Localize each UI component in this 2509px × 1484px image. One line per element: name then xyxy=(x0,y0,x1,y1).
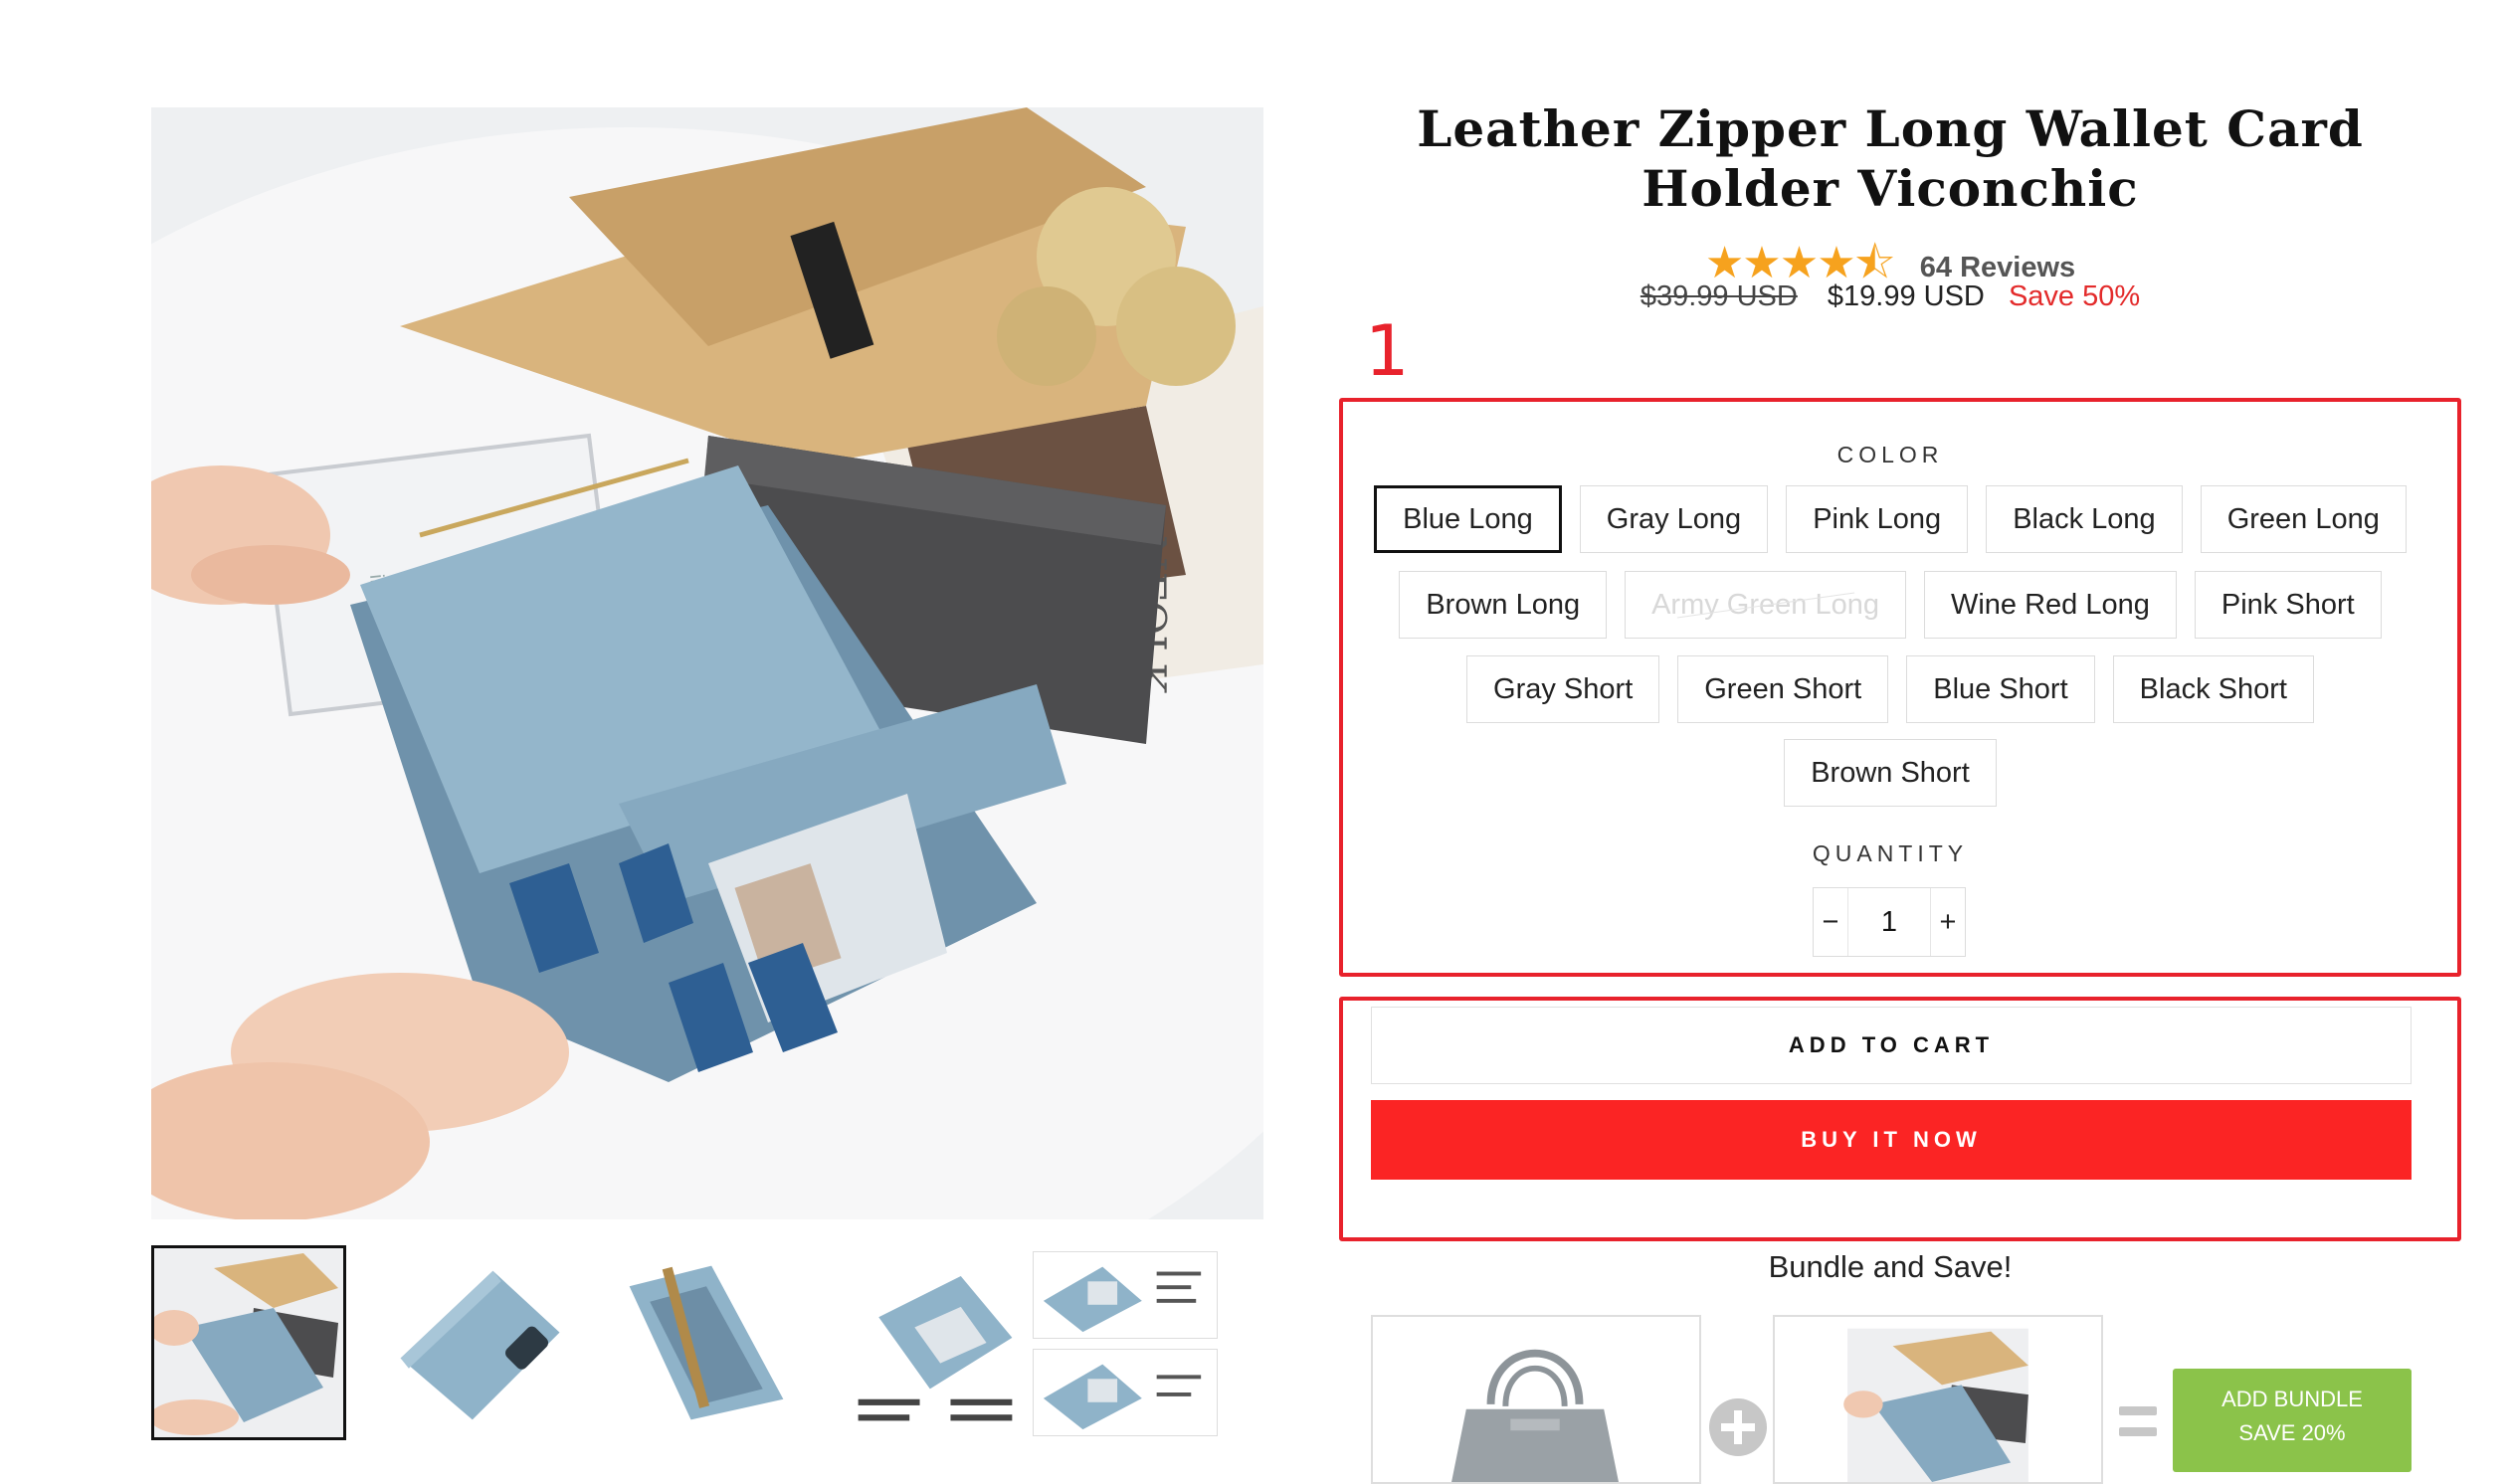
bundle-item-wallet[interactable] xyxy=(1773,1315,2103,1484)
rating-row[interactable]: ★★★★⯪ 64 Reviews xyxy=(1363,231,2417,287)
color-swatch-row-1: Blue Long Gray Long Pink Long Black Long… xyxy=(1363,485,2417,553)
add-to-cart-button[interactable]: ADD TO CART xyxy=(1371,1007,2412,1084)
thumbnail-image xyxy=(1043,1364,1202,1430)
color-option-green-short[interactable]: Green Short xyxy=(1677,655,1889,723)
bundle-savings-label: SAVE 20% xyxy=(2238,1420,2346,1445)
thumbnail-wallet-closed[interactable] xyxy=(380,1245,575,1440)
color-label: COLOR xyxy=(1836,442,1944,467)
color-swatch-row-2: Brown Long Army Green Long Wine Red Long… xyxy=(1363,571,2417,639)
product-title-line1: Leather Zipper Long Wallet Card xyxy=(1417,99,2364,158)
color-option-brown-short[interactable]: Brown Short xyxy=(1784,739,1997,807)
price-row: $39.99 USD $19.99 USD Save 50% xyxy=(1363,280,2417,313)
color-swatch-row-4: Brown Short xyxy=(1363,739,2417,807)
color-option-pink-long[interactable]: Pink Long xyxy=(1786,485,1969,553)
thumbnail-wallet-lifestyle[interactable] xyxy=(151,1245,346,1440)
thumbnail-strip xyxy=(151,1245,1263,1444)
equals-icon xyxy=(2119,1406,2157,1436)
wallet-image xyxy=(1775,1317,2101,1482)
color-option-blue-short[interactable]: Blue Short xyxy=(1906,655,2095,723)
add-bundle-label: ADD BUNDLE xyxy=(2221,1387,2363,1411)
color-option-black-long[interactable]: Black Long xyxy=(1986,485,2183,553)
color-swatch-row-3: Gray Short Green Short Blue Short Black … xyxy=(1363,655,2417,723)
color-option-gray-long[interactable]: Gray Long xyxy=(1579,485,1769,553)
savings-badge: Save 50% xyxy=(2008,280,2141,312)
sale-price: $19.99 USD xyxy=(1827,280,1985,312)
thumbnail-wallet-details[interactable] xyxy=(1033,1251,1218,1436)
annotation-number-1: 1 xyxy=(1365,310,1410,392)
quantity-decrease-button[interactable]: − xyxy=(1814,888,1847,956)
plus-icon xyxy=(1709,1398,1767,1456)
product-title-line2: Holder Viconchic xyxy=(1641,159,2139,218)
color-option-blue-long[interactable]: Blue Long xyxy=(1374,485,1562,553)
quantity-increase-button[interactable]: + xyxy=(1931,888,1965,956)
color-option-army-green-long: Army Green Long xyxy=(1625,571,1906,639)
quantity-label: QUANTITY xyxy=(1812,840,1969,866)
thumbnail-image xyxy=(154,1248,343,1437)
thumbnail-wallet-features[interactable] xyxy=(838,1245,1033,1440)
thumbnail-image xyxy=(1043,1266,1202,1333)
quantity-stepper: − 1 + xyxy=(1813,887,1966,957)
color-option-green-long[interactable]: Green Long xyxy=(2200,485,2407,553)
thumbnail-image xyxy=(838,1245,1033,1440)
quantity-input[interactable]: 1 xyxy=(1847,888,1931,956)
bundle-item-handbag[interactable] xyxy=(1371,1315,1701,1484)
product-main-image[interactable]: NFOLK iPhone xyxy=(151,107,1263,1219)
thumbnail-image xyxy=(609,1245,804,1440)
thumbnail-detail-top xyxy=(1033,1251,1218,1339)
thumbnail-detail-bottom xyxy=(1033,1349,1218,1436)
color-option-black-short[interactable]: Black Short xyxy=(2112,655,2314,723)
wallet-lifestyle-illustration: NFOLK iPhone xyxy=(151,107,1263,1219)
color-option-brown-long[interactable]: Brown Long xyxy=(1399,571,1608,639)
product-title: Leather Zipper Long Wallet Card Holder V… xyxy=(1363,99,2417,219)
thumbnail-image xyxy=(380,1245,575,1440)
bundle-title: Bundle and Save! xyxy=(1768,1249,2013,1284)
color-option-gray-short[interactable]: Gray Short xyxy=(1466,655,1660,723)
buy-now-button[interactable]: BUY IT NOW xyxy=(1371,1100,2412,1180)
add-bundle-button[interactable]: ADD BUNDLE SAVE 20% xyxy=(2173,1369,2412,1472)
color-option-pink-short[interactable]: Pink Short xyxy=(2194,571,2382,639)
original-price: $39.99 USD xyxy=(1640,280,1798,312)
thumbnail-wallet-open[interactable] xyxy=(609,1245,804,1440)
handbag-image xyxy=(1373,1317,1699,1482)
color-option-wine-red-long[interactable]: Wine Red Long xyxy=(1923,571,2177,639)
